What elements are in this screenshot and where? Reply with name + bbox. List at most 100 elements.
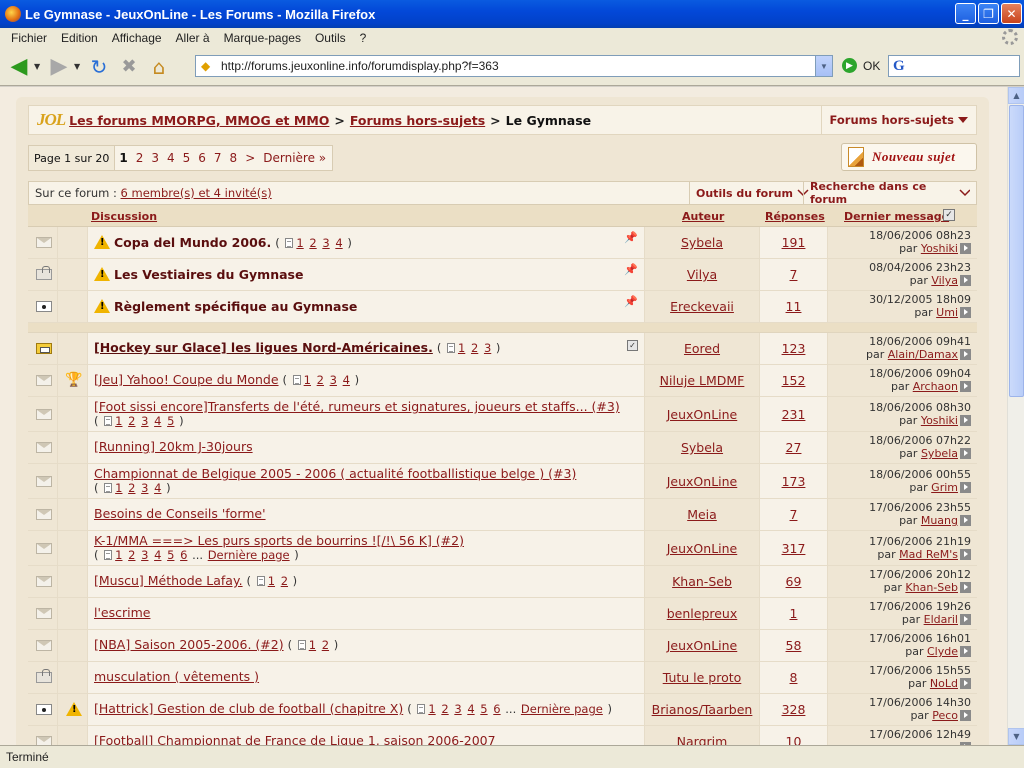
- thread-last-page-link[interactable]: Dernière page: [521, 702, 603, 716]
- page-last[interactable]: Dernière »: [259, 151, 332, 165]
- thread-page-link[interactable]: 1: [268, 574, 275, 588]
- forum-tools-dropdown[interactable]: Outils du forum: [689, 182, 815, 204]
- go-to-last-post-icon[interactable]: [960, 307, 971, 318]
- thread-replies-link[interactable]: 152: [782, 373, 806, 388]
- thread-row[interactable]: K-1/MMA ===> Les purs sports de bourrins…: [28, 531, 977, 566]
- thread-page-link[interactable]: 1: [296, 236, 303, 250]
- thread-page-link[interactable]: 4: [467, 702, 474, 716]
- sticky-thread-row[interactable]: Copa del Mundo 2006. ( 1 2 3 4 ) 📌 Sybela 1…: [28, 227, 977, 259]
- page-link[interactable]: 6: [194, 151, 210, 165]
- thread-page-link[interactable]: 2: [281, 574, 288, 588]
- url-text[interactable]: http://forums.jeuxonline.info/forumdispl…: [221, 59, 499, 73]
- last-poster-link[interactable]: Clyde: [927, 645, 958, 658]
- go-to-last-post-icon[interactable]: [960, 549, 971, 560]
- home-icon[interactable]: ⌂: [144, 52, 174, 82]
- thread-row[interactable]: 🏆 [Jeu] Yahoo! Coupe du Monde ( 1 2 3 4 )…: [28, 365, 977, 397]
- google-search-icon[interactable]: G: [893, 58, 905, 75]
- go-to-last-post-icon[interactable]: [960, 415, 971, 426]
- last-poster-link[interactable]: Yoshiki: [921, 242, 958, 255]
- thread-page-link[interactable]: 1: [304, 373, 311, 387]
- thread-page-link[interactable]: 5: [480, 702, 487, 716]
- thread-page-link[interactable]: 4: [343, 373, 350, 387]
- thread-page-link[interactable]: 2: [317, 373, 324, 387]
- thread-page-link[interactable]: 2: [441, 702, 448, 716]
- search-input[interactable]: G: [888, 55, 1020, 77]
- last-poster-link[interactable]: Yoshiki: [921, 414, 958, 427]
- url-bar[interactable]: ◆ http://forums.jeuxonline.info/forumdis…: [195, 55, 833, 77]
- go-to-last-post-icon[interactable]: [960, 678, 971, 689]
- header-discussion[interactable]: Discussion: [91, 210, 157, 223]
- thread-page-link[interactable]: 3: [330, 373, 337, 387]
- scroll-down-icon[interactable]: ▼: [1008, 728, 1024, 745]
- close-button[interactable]: ✕: [1001, 3, 1022, 24]
- last-poster-link[interactable]: Grim: [931, 481, 958, 494]
- stop-icon[interactable]: ✖: [114, 52, 144, 82]
- online-users-link[interactable]: 6 membre(s) et 4 invité(s): [121, 186, 272, 200]
- back-dropdown-icon[interactable]: ▼: [34, 62, 44, 71]
- page-link[interactable]: 3: [147, 151, 163, 165]
- thread-author-link[interactable]: Khan-Seb: [672, 574, 732, 589]
- header-replies[interactable]: Réponses: [765, 210, 825, 223]
- thread-replies-link[interactable]: 8: [790, 670, 798, 685]
- back-arrow-icon[interactable]: ◀: [4, 52, 34, 82]
- thread-title-link[interactable]: [Jeu] Yahoo! Coupe du Monde: [94, 372, 279, 387]
- thread-replies-link[interactable]: 69: [786, 574, 802, 589]
- last-poster-link[interactable]: Alain/Damax: [888, 348, 958, 361]
- go-to-last-post-icon[interactable]: [960, 448, 971, 459]
- thread-row[interactable]: [NBA] Saison 2005-2006. (#2) ( 1 2 ) Jeux…: [28, 630, 977, 662]
- last-poster-link[interactable]: Sybela: [921, 447, 958, 460]
- forum-search-dropdown[interactable]: Recherche dans ce forum: [803, 180, 976, 206]
- url-dropdown-icon[interactable]: ▼: [815, 56, 832, 76]
- page-link[interactable]: 8: [226, 151, 242, 165]
- go-to-last-post-icon[interactable]: [960, 275, 971, 286]
- maximize-button[interactable]: ❐: [978, 3, 999, 24]
- scroll-thumb[interactable]: [1009, 105, 1024, 397]
- thread-page-link[interactable]: 2: [128, 414, 135, 428]
- thread-author-link[interactable]: Sybela: [681, 440, 723, 455]
- thread-title-link[interactable]: [NBA] Saison 2005-2006. (#2): [94, 637, 284, 652]
- thread-replies-link[interactable]: 123: [782, 341, 806, 356]
- thread-author-link[interactable]: Nargrim: [677, 734, 728, 745]
- thread-page-link[interactable]: 2: [309, 236, 316, 250]
- go-to-last-post-icon[interactable]: [960, 243, 971, 254]
- sort-check-icon[interactable]: ✓: [943, 209, 955, 221]
- go-to-last-post-icon[interactable]: [960, 349, 971, 360]
- thread-page-link[interactable]: 2: [471, 341, 478, 355]
- thread-title-link[interactable]: [Hockey sur Glace] les ligues Nord-Améri…: [94, 340, 433, 355]
- menu-affichage[interactable]: Affichage: [105, 31, 169, 45]
- thread-title-link[interactable]: Championnat de Belgique 2005 - 2006 ( ac…: [94, 466, 576, 481]
- thread-page-link[interactable]: 4: [154, 548, 161, 562]
- thread-row[interactable]: [Football] Championnat de France de Ligu…: [28, 726, 977, 745]
- go-to-last-post-icon[interactable]: [960, 482, 971, 493]
- last-poster-link[interactable]: Umi: [936, 306, 958, 319]
- thread-replies-link[interactable]: 317: [782, 541, 806, 556]
- menu-help[interactable]: ?: [353, 31, 374, 45]
- thread-author-link[interactable]: JeuxOnLine: [667, 407, 738, 422]
- minimize-button[interactable]: _: [955, 3, 976, 24]
- last-poster-link[interactable]: Archaon: [913, 380, 958, 393]
- page-link[interactable]: 2: [132, 151, 148, 165]
- menu-marque-pages[interactable]: Marque-pages: [217, 31, 308, 45]
- thread-last-page-link[interactable]: Dernière page: [208, 548, 290, 562]
- thread-author-link[interactable]: Ereckevaii: [670, 299, 734, 314]
- jol-logo[interactable]: JOL: [37, 110, 66, 130]
- breadcrumb-link-hors-sujets[interactable]: Forums hors-sujets: [350, 113, 485, 128]
- thread-replies-link[interactable]: 58: [786, 638, 802, 653]
- thread-author-link[interactable]: benlepreux: [667, 606, 738, 621]
- thread-replies-link[interactable]: 191: [782, 235, 806, 250]
- thread-replies-link[interactable]: 27: [786, 440, 802, 455]
- thread-author-link[interactable]: Eored: [684, 341, 720, 356]
- last-poster-link[interactable]: Eldaril: [924, 613, 958, 626]
- thread-row[interactable]: musculation ( vêtements ) Tutu le proto 8 1…: [28, 662, 977, 694]
- thread-page-link[interactable]: 3: [454, 702, 461, 716]
- thread-row[interactable]: l'escrime benlepreux 1 17/06/2006 19h26 par …: [28, 598, 977, 630]
- thread-author-link[interactable]: Niluje LMDMF: [660, 373, 745, 388]
- thread-title-link[interactable]: [Muscu] Méthode Lafay.: [94, 573, 243, 588]
- header-last-message[interactable]: Dernier message: [844, 210, 949, 223]
- last-poster-link[interactable]: Khan-Seb: [905, 581, 958, 594]
- thread-replies-link[interactable]: 1: [790, 606, 798, 621]
- thread-title-link[interactable]: [Football] Championnat de France de Ligu…: [94, 733, 496, 746]
- thread-page-link[interactable]: 2: [128, 481, 135, 495]
- scroll-up-icon[interactable]: ▲: [1008, 87, 1024, 104]
- thread-page-link[interactable]: 2: [322, 638, 329, 652]
